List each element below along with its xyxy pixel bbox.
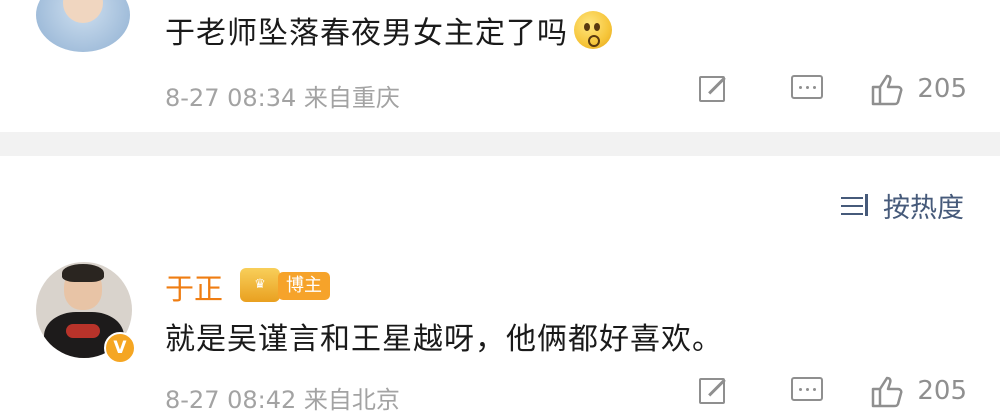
thumbs-up-icon[interactable] [869,374,903,408]
question-face-emoji-icon [574,11,612,49]
comment-item: 于老师坠落春夜男女主定了吗 8-27 08:34 来自重庆 205 [0,0,1000,132]
comment-date: 8-27 08:34 [165,84,297,112]
comment-actions: 205 [697,374,967,408]
comment-actions: 205 [697,72,967,106]
comment-date: 8-27 08:42 [165,386,297,414]
username[interactable]: 于正 [165,266,223,308]
share-icon[interactable] [697,374,731,408]
verified-badge-icon: V [104,332,136,364]
comment-icon[interactable] [791,374,825,408]
fan-level-icon: ♛ [240,268,280,302]
thumbs-up-icon[interactable] [869,72,903,106]
comment-meta: 8-27 08:34 来自重庆 [165,78,400,113]
comment-location: 来自重庆 [303,84,400,112]
blogger-tag: 博主 [278,272,330,300]
section-divider [0,132,1000,156]
comment-meta: 8-27 08:42 来自北京 [165,380,400,415]
sort-button[interactable]: 按热度 [841,186,964,225]
share-icon[interactable] [697,72,731,106]
sort-label: 按热度 [883,193,964,224]
comment-location: 来自北京 [303,386,400,414]
like-count: 205 [917,74,967,104]
avatar[interactable] [36,0,130,52]
comment-icon[interactable] [791,72,825,106]
like-count: 205 [917,376,967,406]
comment-text: 就是吴谨言和王星越呀，他俩都好喜欢。 [165,322,723,357]
comment-text: 于老师坠落春夜男女主定了吗 [165,8,612,52]
sort-icon [841,193,871,218]
